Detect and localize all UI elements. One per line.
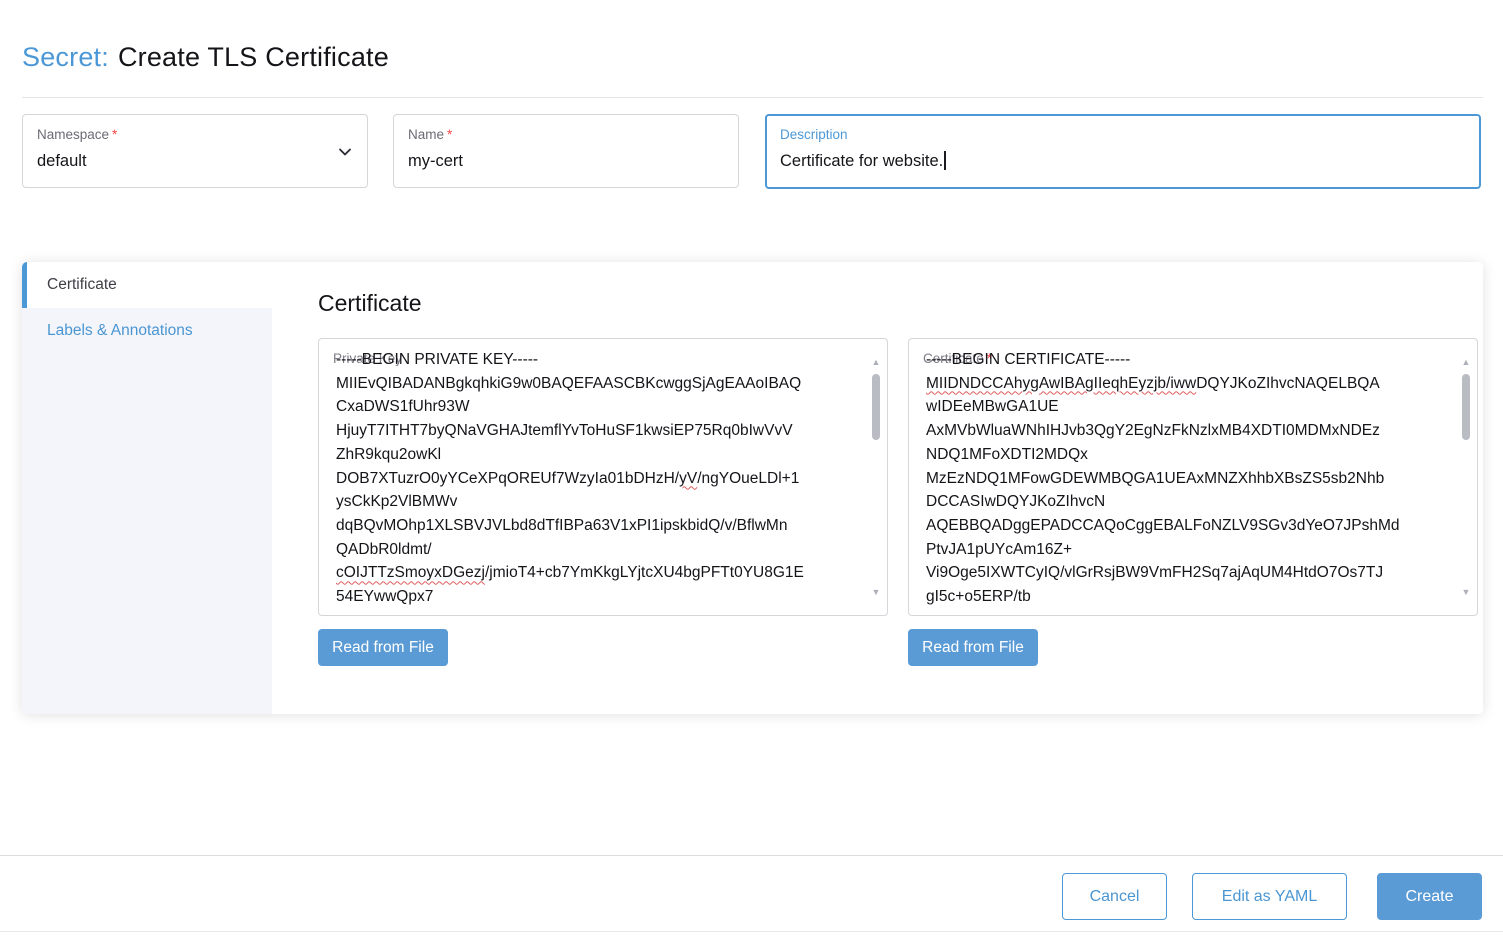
key-line: -----BEGIN CERTIFICATE----- (926, 348, 1445, 372)
tab-labels-annotations-label: Labels & Annotations (47, 322, 193, 340)
key-line: MzEzNDQ1MFowGDEWMBQGA1UEAxMNZXhhbXBsZS5s… (926, 467, 1445, 491)
name-value: my-cert (408, 151, 724, 171)
section-title: Certificate (318, 290, 422, 317)
key-line: NDQ1MFoXDTI2MDQx (926, 443, 1445, 467)
key-line: AQEBBQADggEPADCCAQoCggEBALFoNZLV9SGv3dYe… (926, 514, 1445, 538)
scrollbar-thumb[interactable] (1462, 374, 1470, 440)
footer-divider (0, 855, 1503, 856)
scroll-down-icon[interactable]: ▼ (870, 587, 882, 597)
tab-certificate[interactable]: Certificate (22, 262, 272, 308)
key-line: cOIJTTzSmoyxDGezj/jmioT4+cb7YmKkgLYjtcXU… (336, 561, 855, 585)
key-line: dqBQvMOhp1XLSBVJVLbd8dTfIBPa63V1xPI1ipsk… (336, 514, 855, 538)
key-line: ZhR9kqu2owKl (336, 443, 855, 467)
tab-list: Certificate Labels & Annotations (22, 262, 272, 714)
chevron-down-icon (336, 143, 354, 161)
key-line: MIIDNDCCAhygAwIBAgIIeqhEyzjb/iwwDQYJKoZI… (926, 372, 1445, 396)
secret-create-page: Secret:Create TLS Certificate Namespace*… (0, 0, 1503, 935)
page-title-text: Create TLS Certificate (118, 42, 389, 72)
key-line: AxMVbWluaWNhIHJvb3QgY2EgNzFkNzlxMB4XDTI0… (926, 419, 1445, 443)
description-label: Description (780, 126, 1466, 143)
namespace-select[interactable]: Namespace* default (22, 114, 368, 188)
key-line: HjuyT7ITHT7byQNaVGHAJtemflYvToHuSF1kwsiE… (336, 419, 855, 443)
key-line: PtvJA1pUYcAm16Z+ (926, 538, 1445, 562)
private-key-content: -----BEGIN PRIVATE KEY-----MIIEvQIBADANB… (336, 348, 855, 605)
namespace-label: Namespace* (37, 126, 353, 143)
tab-panel: Certificate Labels & Annotations Certifi… (22, 262, 1483, 714)
description-value: Certificate for website. (780, 151, 1466, 171)
key-line: ysCkKp2VlBMWv (336, 490, 855, 514)
key-line: 54EYwwQpx7 (336, 585, 855, 605)
key-line: wIDEeMBwGA1UE (926, 395, 1445, 419)
key-line: DCCASIwDQYJKoZIhvcN (926, 490, 1445, 514)
scroll-down-icon[interactable]: ▼ (1460, 587, 1472, 597)
key-line: DOB7XTuzrO0yYCeXPqOREUf7WzyIa01bDHzH/yV/… (336, 467, 855, 491)
description-field[interactable]: Description Certificate for website. (765, 114, 1481, 189)
key-line: QADbR0ldmt/ (336, 538, 855, 562)
name-label-text: Name (408, 127, 444, 142)
scroll-up-icon[interactable]: ▲ (870, 357, 882, 367)
key-line: Vi9Oge5IXWTCyIQ/vlGrRsjBW9VmFH2Sq7ajAqUM… (926, 561, 1445, 585)
cancel-button[interactable]: Cancel (1062, 873, 1167, 920)
certificate-scrollbar[interactable]: ▲ ▼ (1460, 357, 1472, 597)
page-bottom-divider (0, 931, 1503, 932)
certificate-textarea[interactable]: Certificate* -----BEGIN CERTIFICATE-----… (908, 338, 1478, 616)
private-key-read-from-file-button[interactable]: Read from File (318, 629, 448, 666)
namespace-label-text: Namespace (37, 127, 109, 142)
key-line: -----BEGIN PRIVATE KEY----- (336, 348, 855, 372)
scroll-up-icon[interactable]: ▲ (1460, 357, 1472, 367)
required-asterisk: * (112, 127, 117, 142)
certificate-read-from-file-button[interactable]: Read from File (908, 629, 1038, 666)
tab-panel-content: Certificate Private Key -----BEGIN PRIVA… (272, 262, 1483, 714)
page-title: Secret: Create TLS Certificate (22, 42, 389, 73)
key-line: gI5c+o5ERP/tb (926, 585, 1445, 605)
tab-labels-annotations[interactable]: Labels & Annotations (22, 308, 272, 354)
description-value-text: Certificate for website. (780, 152, 943, 170)
edit-as-yaml-button[interactable]: Edit as YAML (1192, 873, 1347, 920)
text-caret (944, 151, 946, 170)
tab-certificate-label: Certificate (47, 276, 117, 294)
scrollbar-thumb[interactable] (872, 374, 880, 440)
key-line: CxaDWS1fUhr93W (336, 395, 855, 419)
certificate-content: -----BEGIN CERTIFICATE-----MIIDNDCCAhygA… (926, 348, 1445, 605)
private-key-scrollbar[interactable]: ▲ ▼ (870, 357, 882, 597)
create-button[interactable]: Create (1377, 873, 1482, 920)
title-divider (22, 97, 1483, 98)
namespace-value: default (37, 151, 353, 171)
name-field[interactable]: Name* my-cert (393, 114, 739, 188)
required-asterisk: * (447, 127, 452, 142)
resource-kind-label: Secret: (22, 42, 109, 72)
name-label: Name* (408, 126, 724, 143)
key-line: MIIEvQIBADANBgkqhkiG9w0BAQEFAASCBKcwggSj… (336, 372, 855, 396)
private-key-textarea[interactable]: Private Key -----BEGIN PRIVATE KEY-----M… (318, 338, 888, 616)
